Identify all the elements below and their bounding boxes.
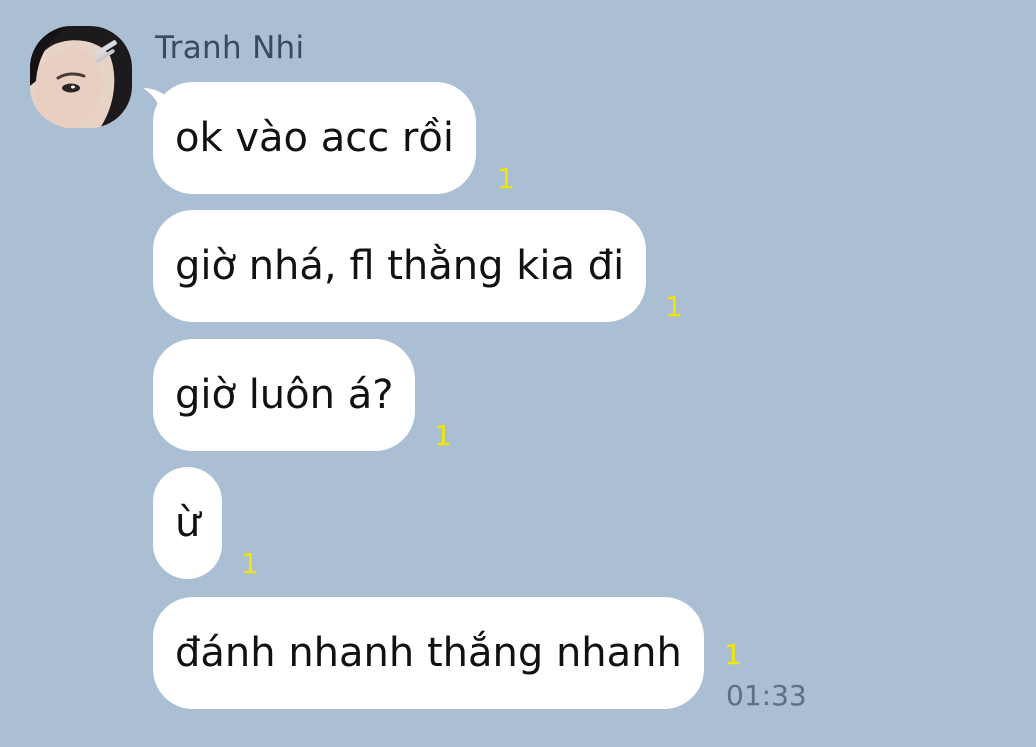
message-bubble[interactable]: giờ luôn á? bbox=[153, 339, 416, 451]
read-count: 1 bbox=[434, 419, 452, 452]
read-count: 1 bbox=[497, 162, 515, 195]
message-timestamp: 01:33 bbox=[726, 679, 807, 712]
read-count: 1 bbox=[724, 638, 742, 671]
avatar-image bbox=[30, 26, 132, 128]
read-count: 1 bbox=[665, 290, 683, 323]
read-count: 1 bbox=[241, 547, 259, 580]
avatar[interactable] bbox=[30, 26, 132, 128]
chat-view: Tranh Nhi ok vào acc rồi 1 giờ nhá, fl t… bbox=[0, 0, 1036, 747]
message-bubble[interactable]: ok vào acc rồi bbox=[153, 82, 476, 194]
message-bubble[interactable]: giờ nhá, fl thằng kia đi bbox=[153, 210, 647, 322]
sender-name: Tranh Nhi bbox=[155, 30, 305, 66]
message-bubble[interactable]: ừ bbox=[153, 467, 223, 579]
message-bubble[interactable]: đánh nhanh thắng nhanh bbox=[153, 597, 704, 709]
